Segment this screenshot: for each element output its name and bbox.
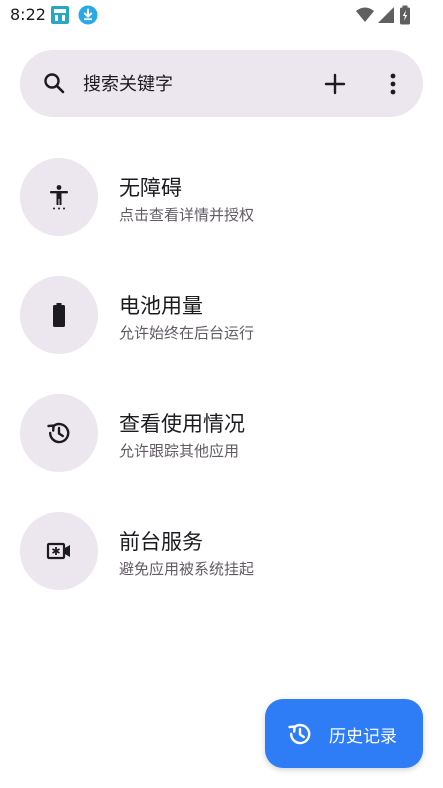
permission-item-foreground-service[interactable]: 前台服务 避免应用被系统挂起 [0, 512, 443, 602]
permission-title: 查看使用情况 [119, 412, 245, 436]
permission-item-accessibility[interactable]: 无障碍 点击查看详情并授权 [0, 158, 443, 248]
search-icon [42, 71, 67, 96]
foreground-service-icon-container [20, 512, 98, 590]
search-input[interactable] [83, 70, 303, 98]
search-bar [20, 50, 423, 117]
permission-subtitle: 点击查看详情并授权 [119, 206, 255, 224]
status-bar: 8:22 [0, 0, 443, 30]
history-icon-container [20, 394, 98, 472]
foreground-service-icon [46, 542, 70, 560]
permission-item-usage-access[interactable]: 查看使用情况 允许跟踪其他应用 [0, 394, 443, 484]
permission-subtitle: 避免应用被系统挂起 [119, 560, 255, 578]
battery-icon-container [20, 276, 98, 354]
wifi-icon [356, 7, 374, 22]
app-notification-icon [50, 5, 70, 25]
add-button[interactable] [317, 66, 353, 102]
permission-subtitle: 允许跟踪其他应用 [119, 442, 240, 460]
history-icon [288, 723, 311, 745]
accessibility-icon-container [20, 158, 98, 236]
battery-status-icon [400, 5, 410, 25]
more-options-button[interactable] [375, 66, 411, 102]
download-icon [78, 5, 98, 25]
accessibility-icon [50, 185, 68, 210]
status-time: 8:22 [10, 5, 46, 24]
history-fab-button[interactable]: 历史记录 [265, 699, 423, 768]
fab-label: 历史记录 [329, 727, 397, 747]
permission-title: 电池用量 [119, 294, 203, 318]
signal-icon [378, 7, 394, 23]
history-icon [47, 422, 70, 444]
plus-icon [324, 73, 346, 95]
permission-title: 无障碍 [119, 176, 182, 200]
battery-icon [53, 303, 65, 327]
permission-title: 前台服务 [119, 530, 203, 554]
permission-subtitle: 允许始终在后台运行 [119, 324, 255, 342]
more-vert-icon [390, 73, 396, 95]
permission-item-battery[interactable]: 电池用量 允许始终在后台运行 [0, 276, 443, 366]
